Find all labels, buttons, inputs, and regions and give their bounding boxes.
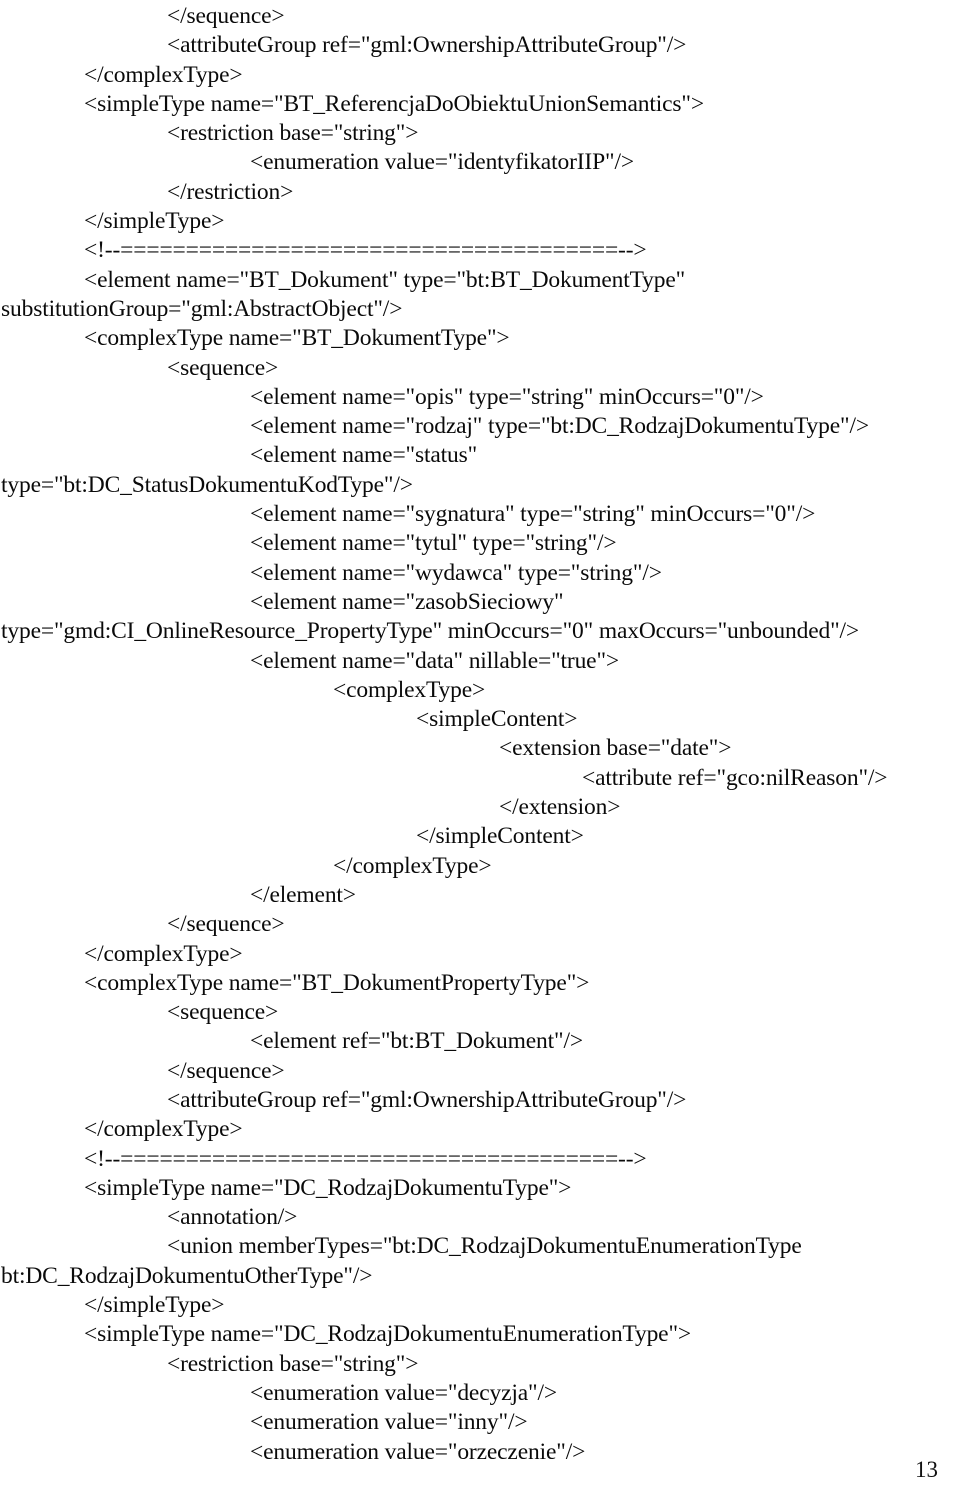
- code-line: <simpleType name="DC_RodzajDokumentuType…: [84, 1174, 572, 1201]
- code-line: </simpleContent>: [416, 823, 584, 850]
- code-line: <element name="data" nillable="true">: [250, 647, 620, 674]
- code-line: <enumeration value="orzeczenie"/>: [250, 1438, 586, 1465]
- code-line: <restriction base="string">: [167, 120, 419, 147]
- code-line: <union memberTypes="bt:DC_RodzajDokument…: [167, 1233, 802, 1260]
- code-line: </complexType>: [84, 1116, 243, 1143]
- code-line: <enumeration value="inny"/>: [250, 1409, 528, 1436]
- code-line: </simpleType>: [84, 1292, 225, 1319]
- code-line: <annotation/>: [167, 1204, 298, 1231]
- code-line: bt:DC_RodzajDokumentuOtherType"/>: [1, 1262, 373, 1289]
- code-line: </simpleType>: [84, 208, 225, 235]
- code-line: </sequence>: [167, 911, 285, 938]
- code-line: <attributeGroup ref="gml:OwnershipAttrib…: [167, 1086, 687, 1113]
- code-line: <extension base="date">: [499, 735, 732, 762]
- code-line: </sequence>: [167, 3, 285, 29]
- code-line: <element name="tytul" type="string"/>: [250, 530, 617, 557]
- code-line: <attributeGroup ref="gml:OwnershipAttrib…: [167, 32, 687, 59]
- page-number: 13: [915, 1457, 938, 1482]
- code-line: <element name="sygnatura" type="string" …: [250, 501, 816, 528]
- code-line: </complexType>: [333, 852, 492, 879]
- code-line: <simpleContent>: [416, 706, 578, 733]
- xsd-code-block: </sequence> <attributeGroup ref="gml:Owne…: [0, 2, 960, 1467]
- code-line: <element name="wydawca" type="string"/>: [250, 559, 662, 586]
- code-line: <attribute ref="gco:nilReason"/>: [582, 764, 888, 791]
- code-line: <element ref="bt:BT_Dokument"/>: [250, 1028, 583, 1055]
- code-line: </restriction>: [167, 178, 294, 205]
- code-line: type="bt:DC_StatusDokumentuKodType"/>: [1, 471, 413, 498]
- code-line: <element name="rodzaj" type="bt:DC_Rodza…: [250, 413, 869, 440]
- code-line: type="gmd:CI_OnlineResource_PropertyType…: [1, 618, 860, 645]
- code-line: <simpleType name="BT_ReferencjaDoObiektu…: [84, 90, 704, 117]
- code-line: <enumeration value="identyfikatorIIP"/>: [250, 149, 634, 176]
- code-line: <element name="opis" type="string" minOc…: [250, 383, 764, 410]
- code-line: <simpleType name="DC_RodzajDokumentuEnum…: [84, 1321, 692, 1348]
- code-line: <!--====================================…: [84, 237, 647, 264]
- code-line: <restriction base="string">: [167, 1350, 419, 1377]
- code-line: <element name="BT_Dokument" type="bt:BT_…: [84, 266, 686, 293]
- code-line: <enumeration value="decyzja"/>: [250, 1379, 557, 1406]
- code-line: <sequence>: [167, 354, 279, 381]
- code-line: </complexType>: [84, 940, 243, 967]
- code-line: <element name="status": [250, 442, 478, 469]
- code-line: </element>: [250, 881, 356, 908]
- code-line: <complexType name="BT_DokumentType">: [84, 325, 510, 352]
- code-line: </sequence>: [167, 1057, 285, 1084]
- code-line: substitutionGroup="gml:AbstractObject"/>: [1, 295, 403, 322]
- code-line: <element name="zasobSieciowy": [250, 588, 564, 615]
- code-line: </extension>: [499, 794, 621, 821]
- code-line: <complexType>: [333, 676, 486, 703]
- code-line: </complexType>: [84, 61, 243, 88]
- code-line: <sequence>: [167, 999, 279, 1026]
- code-line: <complexType name="BT_DokumentPropertyTy…: [84, 969, 590, 996]
- document-page: </sequence> <attributeGroup ref="gml:Owne…: [0, 0, 960, 1493]
- code-line: <!--====================================…: [84, 1145, 647, 1172]
